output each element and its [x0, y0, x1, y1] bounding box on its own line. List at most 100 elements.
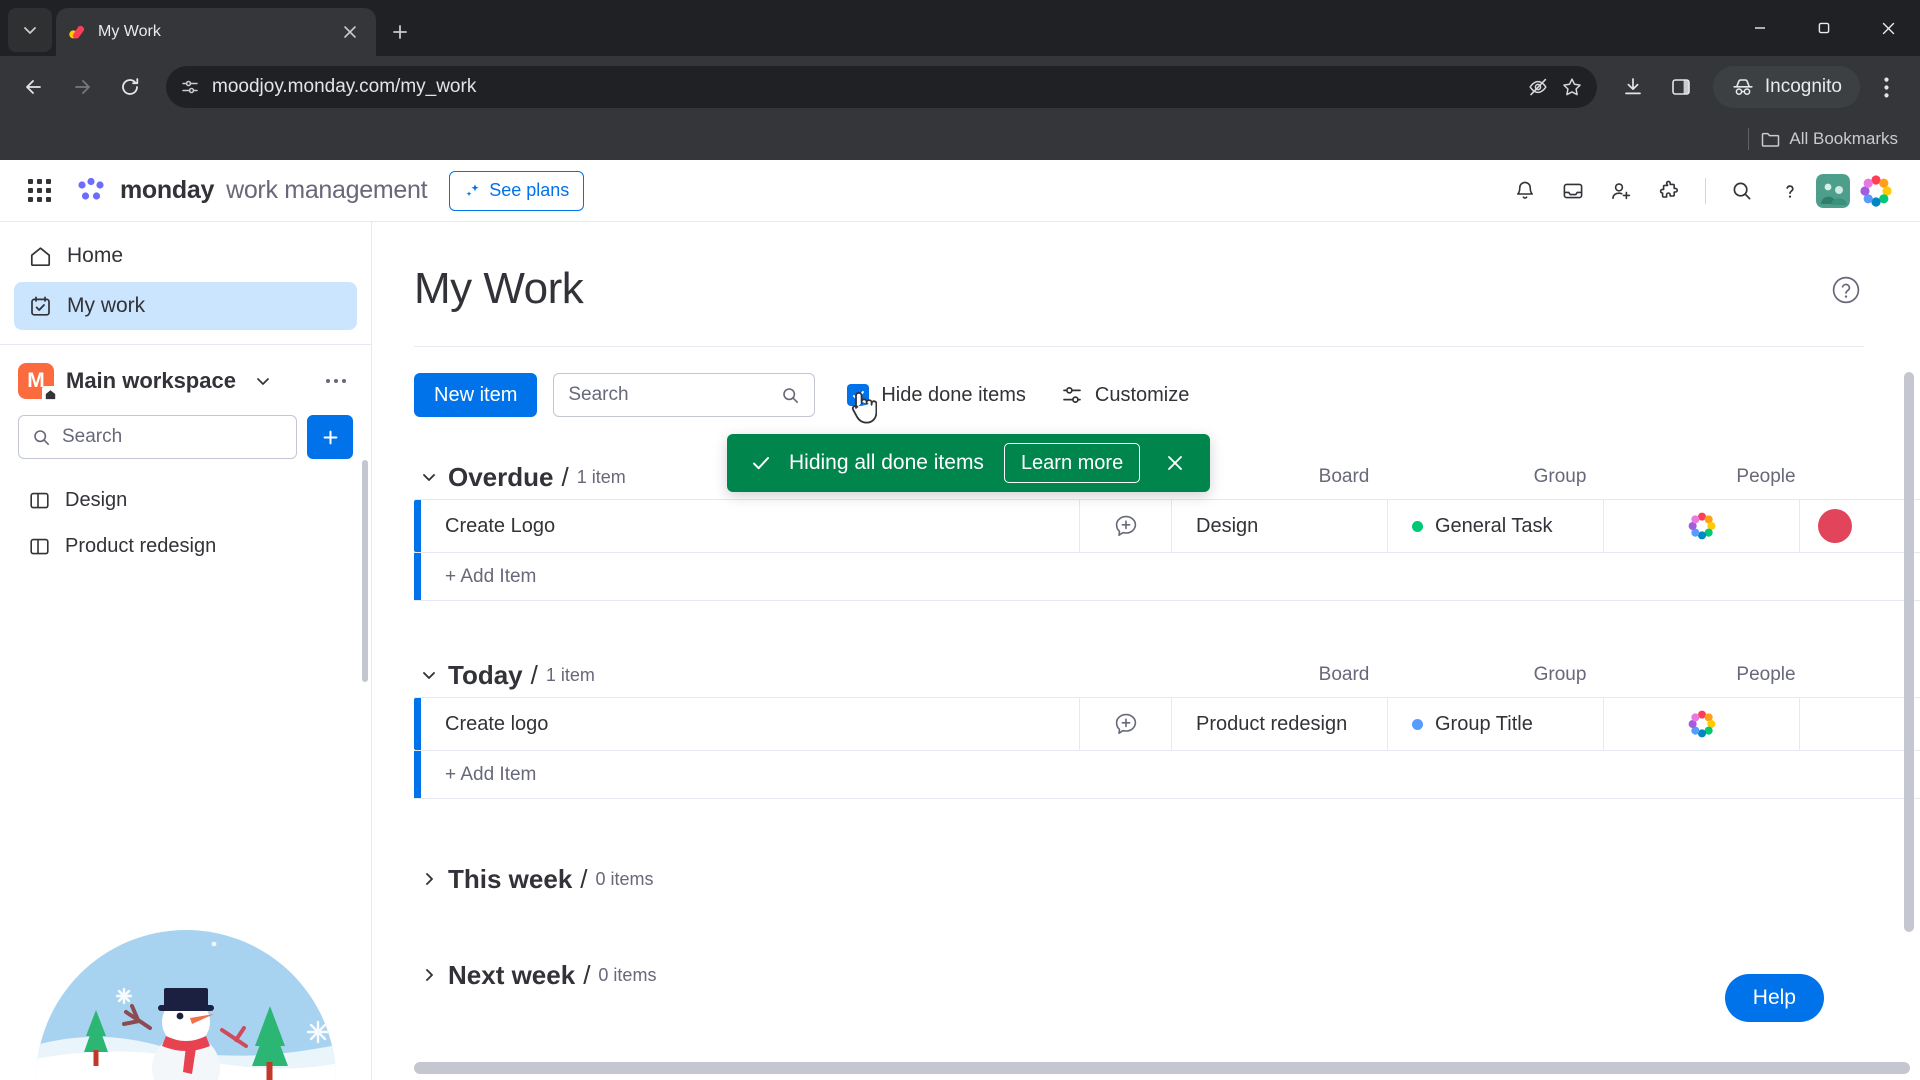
- group-count: 1 item: [545, 664, 595, 685]
- add-update-icon[interactable]: [1080, 500, 1172, 552]
- toast-close-button[interactable]: [1158, 446, 1192, 480]
- learn-more-label: Learn more: [1020, 451, 1124, 474]
- board-icon: [30, 492, 49, 508]
- sidebar-search-input[interactable]: Search: [18, 415, 297, 459]
- browser-toolbar: moodjoy.monday.com/my_work Incognito: [0, 56, 1920, 118]
- item-date[interactable]: [1800, 698, 1920, 750]
- group-count: 0 items: [595, 868, 654, 889]
- table-row[interactable]: Create Logo Design General Task: [414, 499, 1920, 553]
- maximize-button[interactable]: [1792, 0, 1856, 56]
- workspace-more-menu[interactable]: [319, 364, 353, 398]
- main-horizontal-scrollbar[interactable]: [414, 1062, 1910, 1074]
- tab-search-button[interactable]: [8, 8, 52, 52]
- new-item-button[interactable]: New item: [414, 373, 538, 417]
- invite-members-icon[interactable]: [1599, 169, 1643, 213]
- new-item-label: New item: [434, 383, 518, 406]
- incognito-indicator[interactable]: Incognito: [1712, 66, 1860, 108]
- add-board-button[interactable]: [307, 415, 353, 459]
- window-controls: [1728, 0, 1920, 56]
- item-name[interactable]: Create logo: [421, 698, 1080, 750]
- incognito-label: Incognito: [1764, 76, 1842, 97]
- download-button[interactable]: [1611, 65, 1655, 109]
- folder-icon: [1762, 132, 1780, 147]
- minimize-button[interactable]: [1728, 0, 1792, 56]
- close-window-button[interactable]: [1856, 0, 1920, 56]
- hide-done-checkbox[interactable]: [847, 384, 870, 406]
- all-bookmarks-button[interactable]: All Bookmarks: [1761, 129, 1898, 149]
- workspace-selector[interactable]: M Main workspace: [0, 345, 371, 403]
- user-avatar-star[interactable]: [1854, 169, 1898, 213]
- sidebar-board-product-redesign[interactable]: Product redesign: [14, 523, 357, 569]
- chevron-down-icon[interactable]: [414, 665, 444, 685]
- inbox-icon[interactable]: [1551, 169, 1595, 213]
- top-bar-actions: [1503, 169, 1898, 213]
- sidebar-item-label: My work: [67, 294, 146, 317]
- eye-off-icon[interactable]: [1527, 76, 1549, 98]
- apps-marketplace-icon[interactable]: [1647, 169, 1691, 213]
- help-icon[interactable]: [1768, 169, 1812, 213]
- add-item-button[interactable]: + Add Item: [414, 751, 1920, 799]
- new-tab-button[interactable]: [386, 18, 414, 46]
- item-board[interactable]: Product redesign: [1172, 698, 1388, 750]
- apps-grid-icon[interactable]: [18, 170, 60, 212]
- site-settings-icon[interactable]: [180, 77, 200, 97]
- tab-close-button[interactable]: [336, 18, 364, 46]
- group-separator: /: [583, 959, 591, 990]
- item-people[interactable]: [1604, 698, 1800, 750]
- group-next-week[interactable]: Next week / 0 items: [414, 953, 1920, 997]
- add-update-icon[interactable]: [1080, 698, 1172, 750]
- side-panel-button[interactable]: [1659, 65, 1703, 109]
- board-list: Design Product redesign: [0, 459, 371, 569]
- item-people[interactable]: [1604, 500, 1800, 552]
- workspace-avatar: M: [18, 363, 59, 403]
- back-button[interactable]: [12, 65, 56, 109]
- monday-brand[interactable]: monday work management: [74, 174, 428, 208]
- search-placeholder: Search: [568, 384, 629, 405]
- sidebar-board-design[interactable]: Design: [14, 477, 357, 523]
- forward-button[interactable]: [60, 65, 104, 109]
- group-this-week[interactable]: This week / 0 items: [414, 857, 1920, 901]
- minimize-icon: [1755, 27, 1765, 29]
- tab-strip: My Work: [0, 0, 1920, 56]
- chevron-right-icon[interactable]: [414, 869, 444, 889]
- item-name[interactable]: Create Logo: [421, 500, 1080, 552]
- chevron-down-icon[interactable]: [414, 467, 444, 487]
- browser-tab[interactable]: My Work: [56, 8, 376, 56]
- item-group[interactable]: Group Title: [1388, 698, 1604, 750]
- notifications-icon[interactable]: [1503, 169, 1547, 213]
- add-item-button[interactable]: + Add Item: [414, 553, 1920, 601]
- search-icon[interactable]: [1720, 169, 1764, 213]
- learn-more-button[interactable]: Learn more: [1003, 443, 1141, 483]
- sidebar-item-home[interactable]: Home: [14, 232, 357, 280]
- board-label: Product redesign: [65, 534, 217, 557]
- address-bar[interactable]: moodjoy.monday.com/my_work: [166, 66, 1597, 108]
- main-vertical-scrollbar[interactable]: [1904, 372, 1914, 932]
- account-avatar[interactable]: [1816, 173, 1850, 208]
- column-header-people: People: [1736, 664, 1796, 685]
- chevron-right-icon[interactable]: [414, 965, 444, 985]
- group-color-dot: [1412, 520, 1423, 532]
- reload-button[interactable]: [108, 65, 152, 109]
- sidebar-item-my-work[interactable]: My work: [14, 282, 357, 330]
- tab-title: My Work: [98, 23, 161, 40]
- help-circle-icon[interactable]: [1830, 274, 1864, 308]
- see-plans-button[interactable]: See plans: [449, 170, 585, 211]
- table-row[interactable]: Create logo Product redesign Group Title: [414, 697, 1920, 751]
- browser-menu-button[interactable]: [1864, 65, 1908, 109]
- search-input[interactable]: Search: [553, 373, 816, 417]
- plus-icon: [323, 430, 337, 444]
- bookmark-star-icon[interactable]: [1561, 76, 1583, 98]
- download-icon: [1625, 78, 1641, 95]
- item-group[interactable]: General Task: [1388, 500, 1604, 552]
- sidebar-scrollbar[interactable]: [362, 460, 368, 682]
- row-accent-bar: [414, 500, 421, 552]
- item-board[interactable]: Design: [1172, 500, 1388, 552]
- hide-done-items-toggle[interactable]: Hide done items: [847, 384, 1026, 423]
- customize-label: Customize: [1094, 383, 1190, 406]
- group-header[interactable]: Today / 1 item Board Group People: [414, 653, 1920, 697]
- item-date[interactable]: [1800, 500, 1920, 552]
- customize-button[interactable]: Customize: [1060, 383, 1189, 407]
- chevron-down-icon[interactable]: [248, 366, 278, 396]
- help-fab-button[interactable]: Help: [1724, 974, 1824, 1022]
- maximize-icon: [1818, 22, 1830, 34]
